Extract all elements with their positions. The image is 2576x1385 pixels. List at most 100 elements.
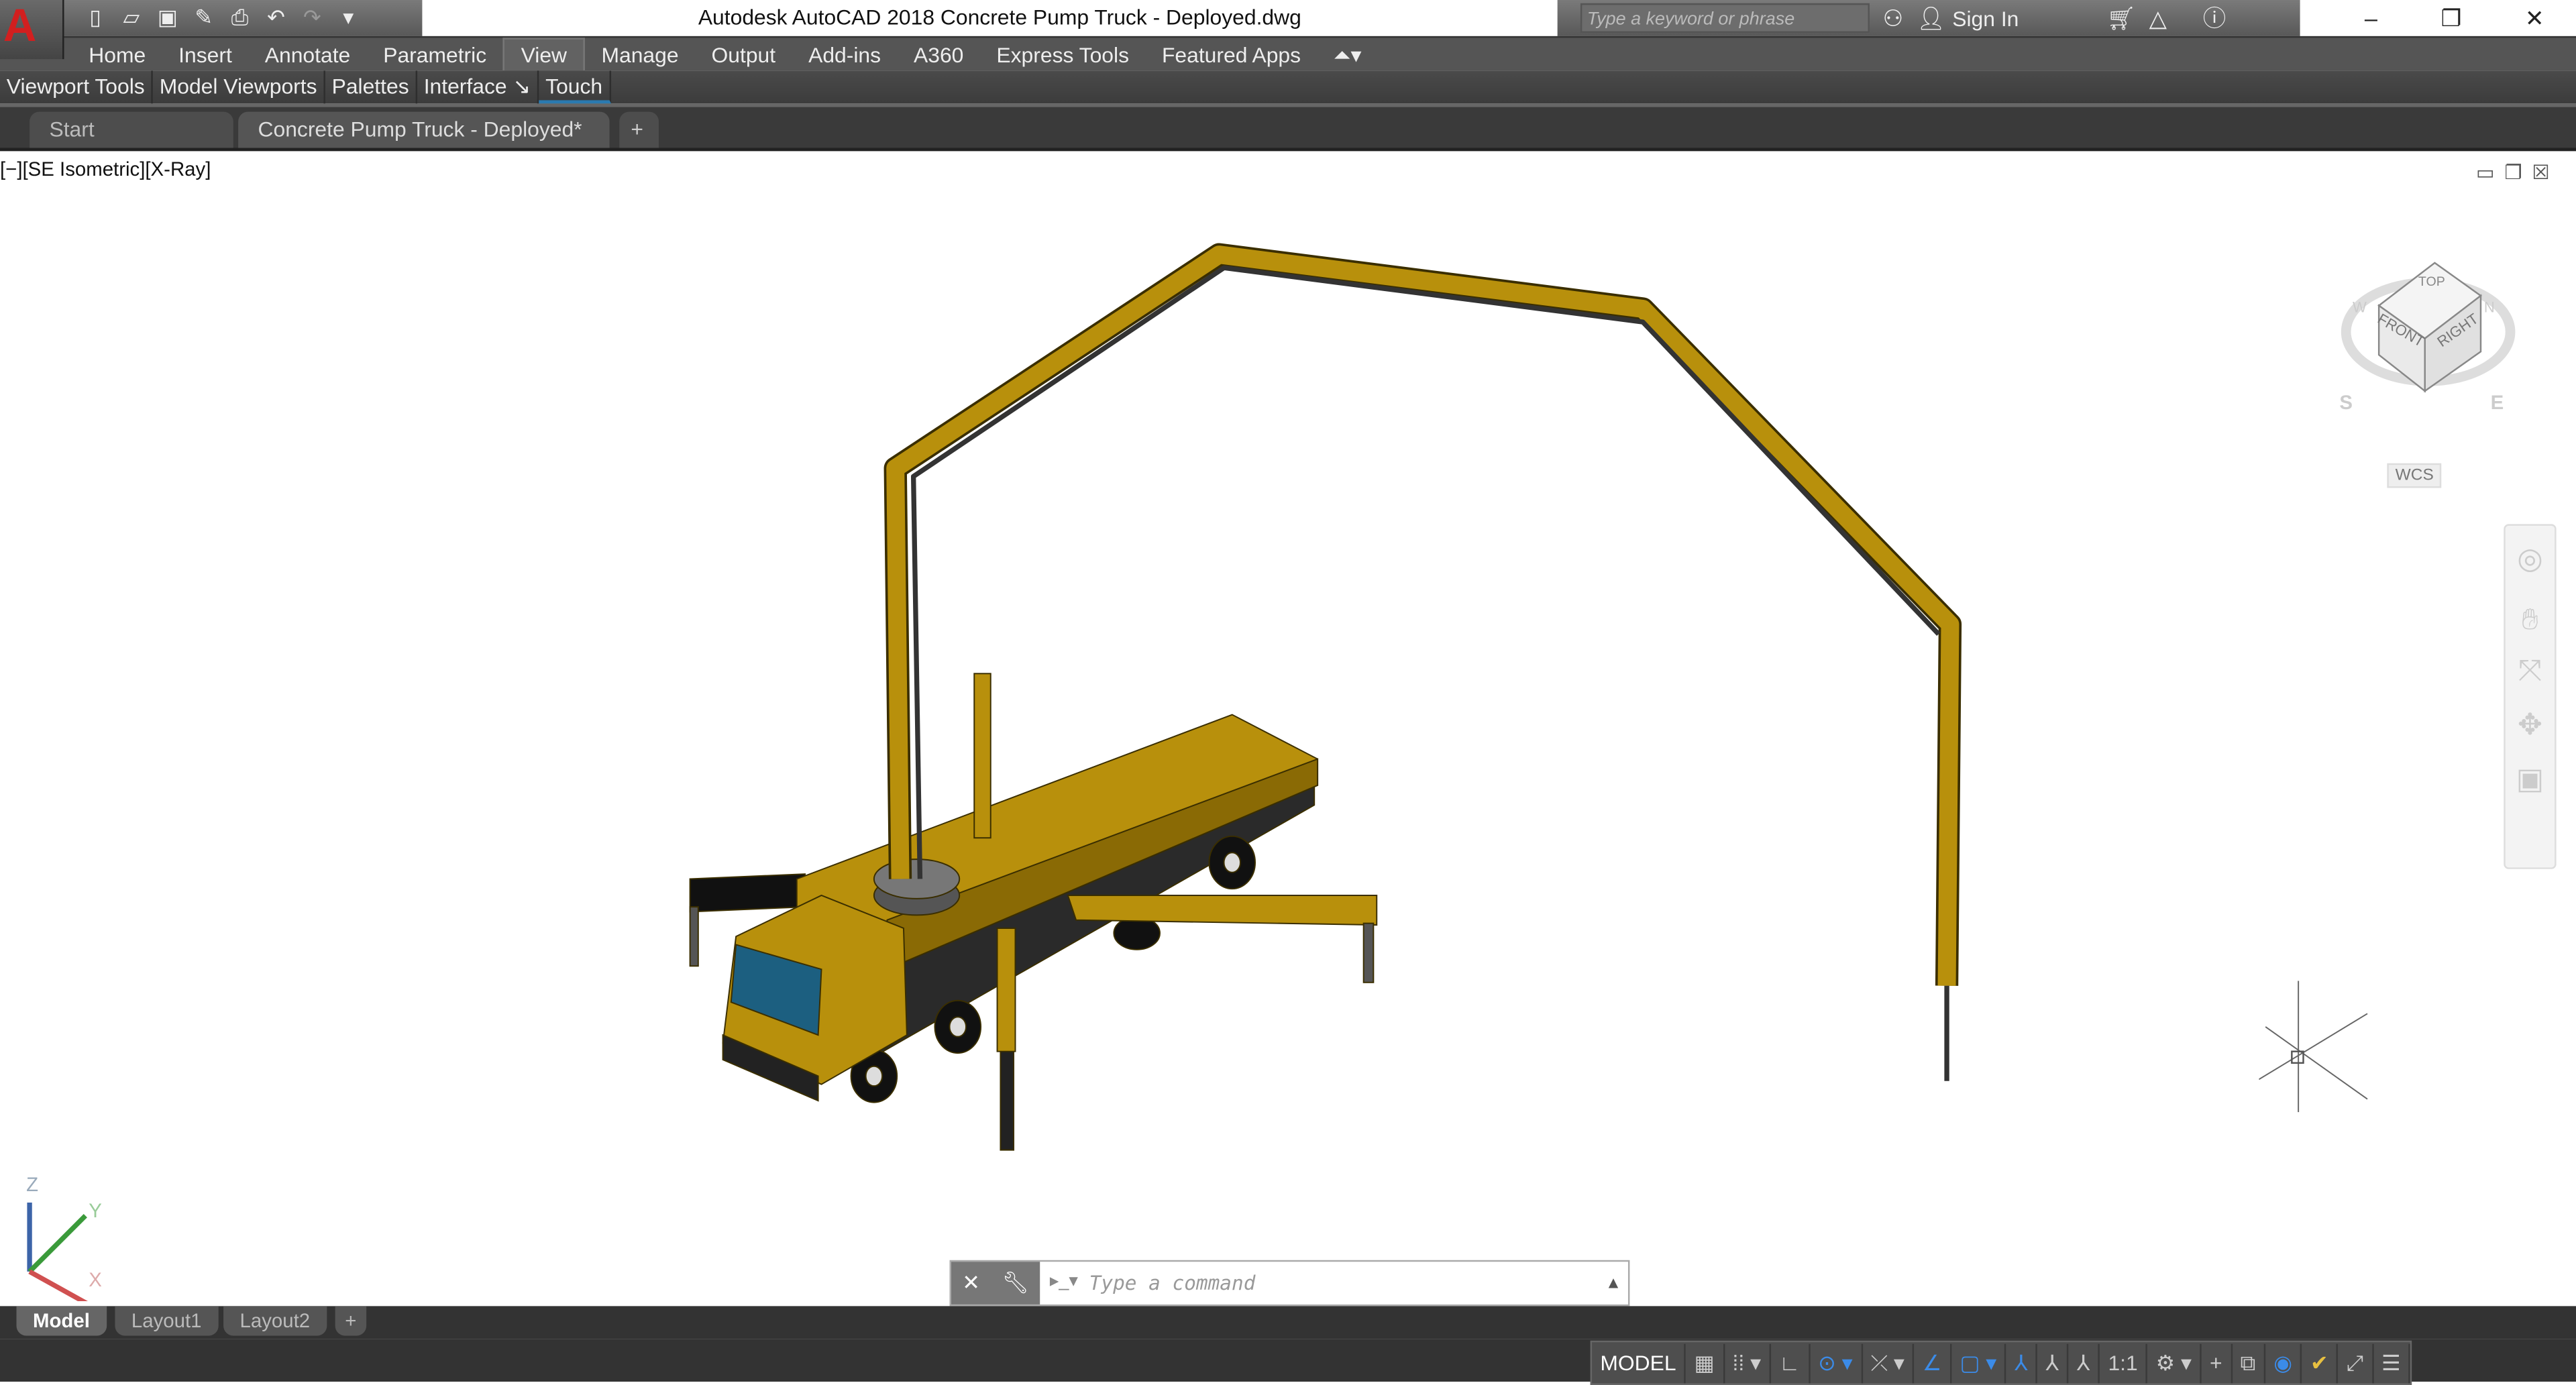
- tab-document[interactable]: Concrete Pump Truck - Deployed* ✕: [238, 111, 610, 178]
- ucs-icon: Z Y X: [13, 1170, 112, 1307]
- user-icon: 👤︎: [1916, 4, 1946, 31]
- compass-s[interactable]: S: [2339, 391, 2353, 414]
- application-menu-button[interactable]: A: [0, 0, 64, 60]
- object-snap-tracking-icon[interactable]: ∠: [1915, 1343, 1952, 1383]
- command-input[interactable]: Type a command: [1040, 1272, 1605, 1294]
- close-command-line-icon[interactable]: ✕: [962, 1270, 980, 1296]
- tab-start[interactable]: Start: [30, 111, 233, 148]
- tab-express-tools[interactable]: Express Tools: [980, 38, 1146, 70]
- object-snap-icon[interactable]: ▢ ▾: [1951, 1343, 2006, 1383]
- annotation-scale-icon[interactable]: ⅄: [2069, 1343, 2100, 1383]
- tab-view[interactable]: View: [502, 38, 585, 71]
- panel-palettes[interactable]: Palettes: [325, 70, 417, 104]
- annotation-monitor-icon[interactable]: +: [2202, 1343, 2233, 1383]
- boom-arm: [883, 243, 1962, 1081]
- fullscreen-icon[interactable]: ⤢: [2338, 1343, 2373, 1383]
- search-input[interactable]: Type a keyword or phrase: [1580, 3, 1870, 33]
- isodraft-icon[interactable]: ⤫ ▾: [1862, 1343, 1915, 1383]
- redo-icon[interactable]: ↷: [299, 5, 325, 31]
- ucs-x-label: X: [89, 1268, 102, 1292]
- tab-layout1[interactable]: Layout1: [115, 1306, 218, 1336]
- infocenter: Type a keyword or phrase ⚇ 👤︎ Sign In 🛒︎…: [1557, 0, 2300, 36]
- ribbon-panels: Viewport Tools Model Viewports Palettes …: [0, 70, 2576, 107]
- save-as-icon[interactable]: ✎: [191, 5, 217, 31]
- tab-featured-apps[interactable]: Featured Apps: [1145, 38, 1317, 70]
- pipe: [973, 673, 991, 839]
- document-tab-label: Concrete Pump Truck - Deployed*: [258, 116, 582, 142]
- annotation-visibility-icon[interactable]: ⅄: [2006, 1343, 2038, 1383]
- viewcube[interactable]: TOP FRONT RIGHT S E W N WCS: [2333, 250, 2530, 512]
- new-tab-button[interactable]: +: [619, 111, 659, 148]
- panel-model-viewports[interactable]: Model Viewports: [153, 70, 325, 104]
- annotation-scale-value[interactable]: 1:1: [2100, 1343, 2148, 1383]
- units-icon[interactable]: ⧉: [2232, 1343, 2265, 1383]
- ribbon-tabs: Home Insert Annotate Parametric View Man…: [0, 36, 2576, 71]
- new-icon[interactable]: ▯: [82, 5, 108, 31]
- status-bar: MODEL ▦ ⁞⁞ ▾ ∟ ⊙ ▾ ⤫ ▾ ∠ ▢ ▾ ⅄ ⅄ ⅄ 1:1 ⚙…: [0, 1339, 2576, 1385]
- tab-annotate[interactable]: Annotate: [248, 38, 366, 70]
- tab-a360[interactable]: A360: [898, 38, 980, 70]
- orbit-icon[interactable]: ✥: [2506, 708, 2555, 742]
- steering-wheel-icon[interactable]: ◎: [2506, 542, 2555, 576]
- customize-wrench-icon[interactable]: 🔧︎: [1002, 1270, 1028, 1296]
- window-title: Autodesk AutoCAD 2018 Concrete Pump Truc…: [698, 5, 1301, 30]
- ribbon-minimize-icon[interactable]: ⏶▾: [1318, 38, 1378, 70]
- panel-touch[interactable]: Touch: [539, 70, 611, 104]
- tab-model[interactable]: Model: [16, 1306, 107, 1336]
- undo-icon[interactable]: ↶: [263, 5, 289, 31]
- snap-icon[interactable]: ⁞⁞ ▾: [1724, 1343, 1771, 1383]
- tab-parametric[interactable]: Parametric: [367, 38, 503, 70]
- drawing-viewport[interactable]: [−][SE Isometric][X-Ray] ▭ ❐ ☒ TOP FRONT…: [0, 151, 2576, 1307]
- model-space-button[interactable]: MODEL: [1592, 1343, 1686, 1383]
- polar-tracking-icon[interactable]: ⊙ ▾: [1810, 1343, 1863, 1383]
- recent-commands-icon[interactable]: ▸_▾: [1050, 1270, 1078, 1291]
- tab-manage[interactable]: Manage: [585, 38, 695, 70]
- navigation-bar: ◎ ✋︎ ⤧ ✥ ▣: [2504, 524, 2557, 869]
- workspace-gear-icon[interactable]: ⚙ ▾: [2147, 1343, 2202, 1383]
- tab-layout2[interactable]: Layout2: [223, 1306, 327, 1336]
- concrete-pump-truck-model: [689, 243, 1962, 1151]
- binoculars-icon[interactable]: ⚇: [1883, 4, 1904, 32]
- tab-add-ins[interactable]: Add-ins: [792, 38, 898, 70]
- pan-icon[interactable]: ✋︎: [2506, 603, 2555, 637]
- zoom-extents-icon[interactable]: ⤧: [2506, 654, 2555, 688]
- help-icon[interactable]: ⓘ: [2203, 1, 2226, 34]
- outrigger-beam: [689, 873, 806, 913]
- layout-tabs: Model Layout1 Layout2 +: [0, 1306, 2576, 1339]
- command-history-icon[interactable]: ▲: [1605, 1274, 1628, 1292]
- grid-icon[interactable]: ▦: [1686, 1343, 1725, 1383]
- outrigger-leg: [689, 906, 699, 967]
- ortho-icon[interactable]: ∟: [1771, 1343, 1810, 1383]
- tab-insert[interactable]: Insert: [162, 38, 249, 70]
- save-icon[interactable]: ▣: [154, 5, 180, 31]
- panel-interface[interactable]: Interface ↘: [417, 70, 539, 104]
- add-layout-button[interactable]: +: [335, 1306, 367, 1336]
- command-line: ✕ 🔧︎ ▸_▾ Type a command ▲: [949, 1260, 1630, 1307]
- cart-icon[interactable]: 🛒︎: [2106, 4, 2136, 32]
- open-icon[interactable]: ▱: [118, 5, 144, 31]
- quick-properties-icon[interactable]: ◉: [2265, 1343, 2302, 1383]
- showmotion-icon[interactable]: ▣: [2506, 763, 2555, 797]
- tab-output[interactable]: Output: [695, 38, 792, 70]
- compass-e[interactable]: E: [2491, 391, 2504, 414]
- ucs-y-label: Y: [89, 1199, 102, 1223]
- viewcube-top[interactable]: TOP: [2418, 274, 2445, 289]
- minimize-icon[interactable]: –: [2365, 5, 2377, 31]
- plot-icon[interactable]: ⎙: [227, 5, 253, 31]
- restore-icon[interactable]: ❐: [2441, 4, 2462, 32]
- compass-w[interactable]: W: [2353, 299, 2367, 315]
- customization-menu-icon[interactable]: ☰: [2373, 1343, 2411, 1383]
- customize-icon[interactable]: ▾: [335, 5, 362, 31]
- title-bar: A ▯ ▱ ▣ ✎ ⎙ ↶ ↷ ▾ Autodesk AutoCAD 2018 …: [0, 0, 2576, 60]
- tab-home[interactable]: Home: [72, 38, 162, 70]
- sign-in-button[interactable]: Sign In: [1952, 6, 2094, 31]
- wcs-menu[interactable]: WCS: [2387, 463, 2443, 488]
- close-icon[interactable]: ✕: [2525, 4, 2544, 32]
- auto-scale-icon[interactable]: ⅄: [2037, 1343, 2069, 1383]
- panel-viewport-tools[interactable]: Viewport Tools: [0, 70, 153, 104]
- ucs-z-label: Z: [26, 1172, 39, 1197]
- isolate-objects-icon[interactable]: ✔: [2302, 1343, 2339, 1383]
- quick-access-toolbar: ▯ ▱ ▣ ✎ ⎙ ↶ ↷ ▾: [62, 0, 423, 36]
- autodesk-exchange-icon[interactable]: △: [2149, 4, 2167, 32]
- compass-n[interactable]: N: [2484, 299, 2495, 315]
